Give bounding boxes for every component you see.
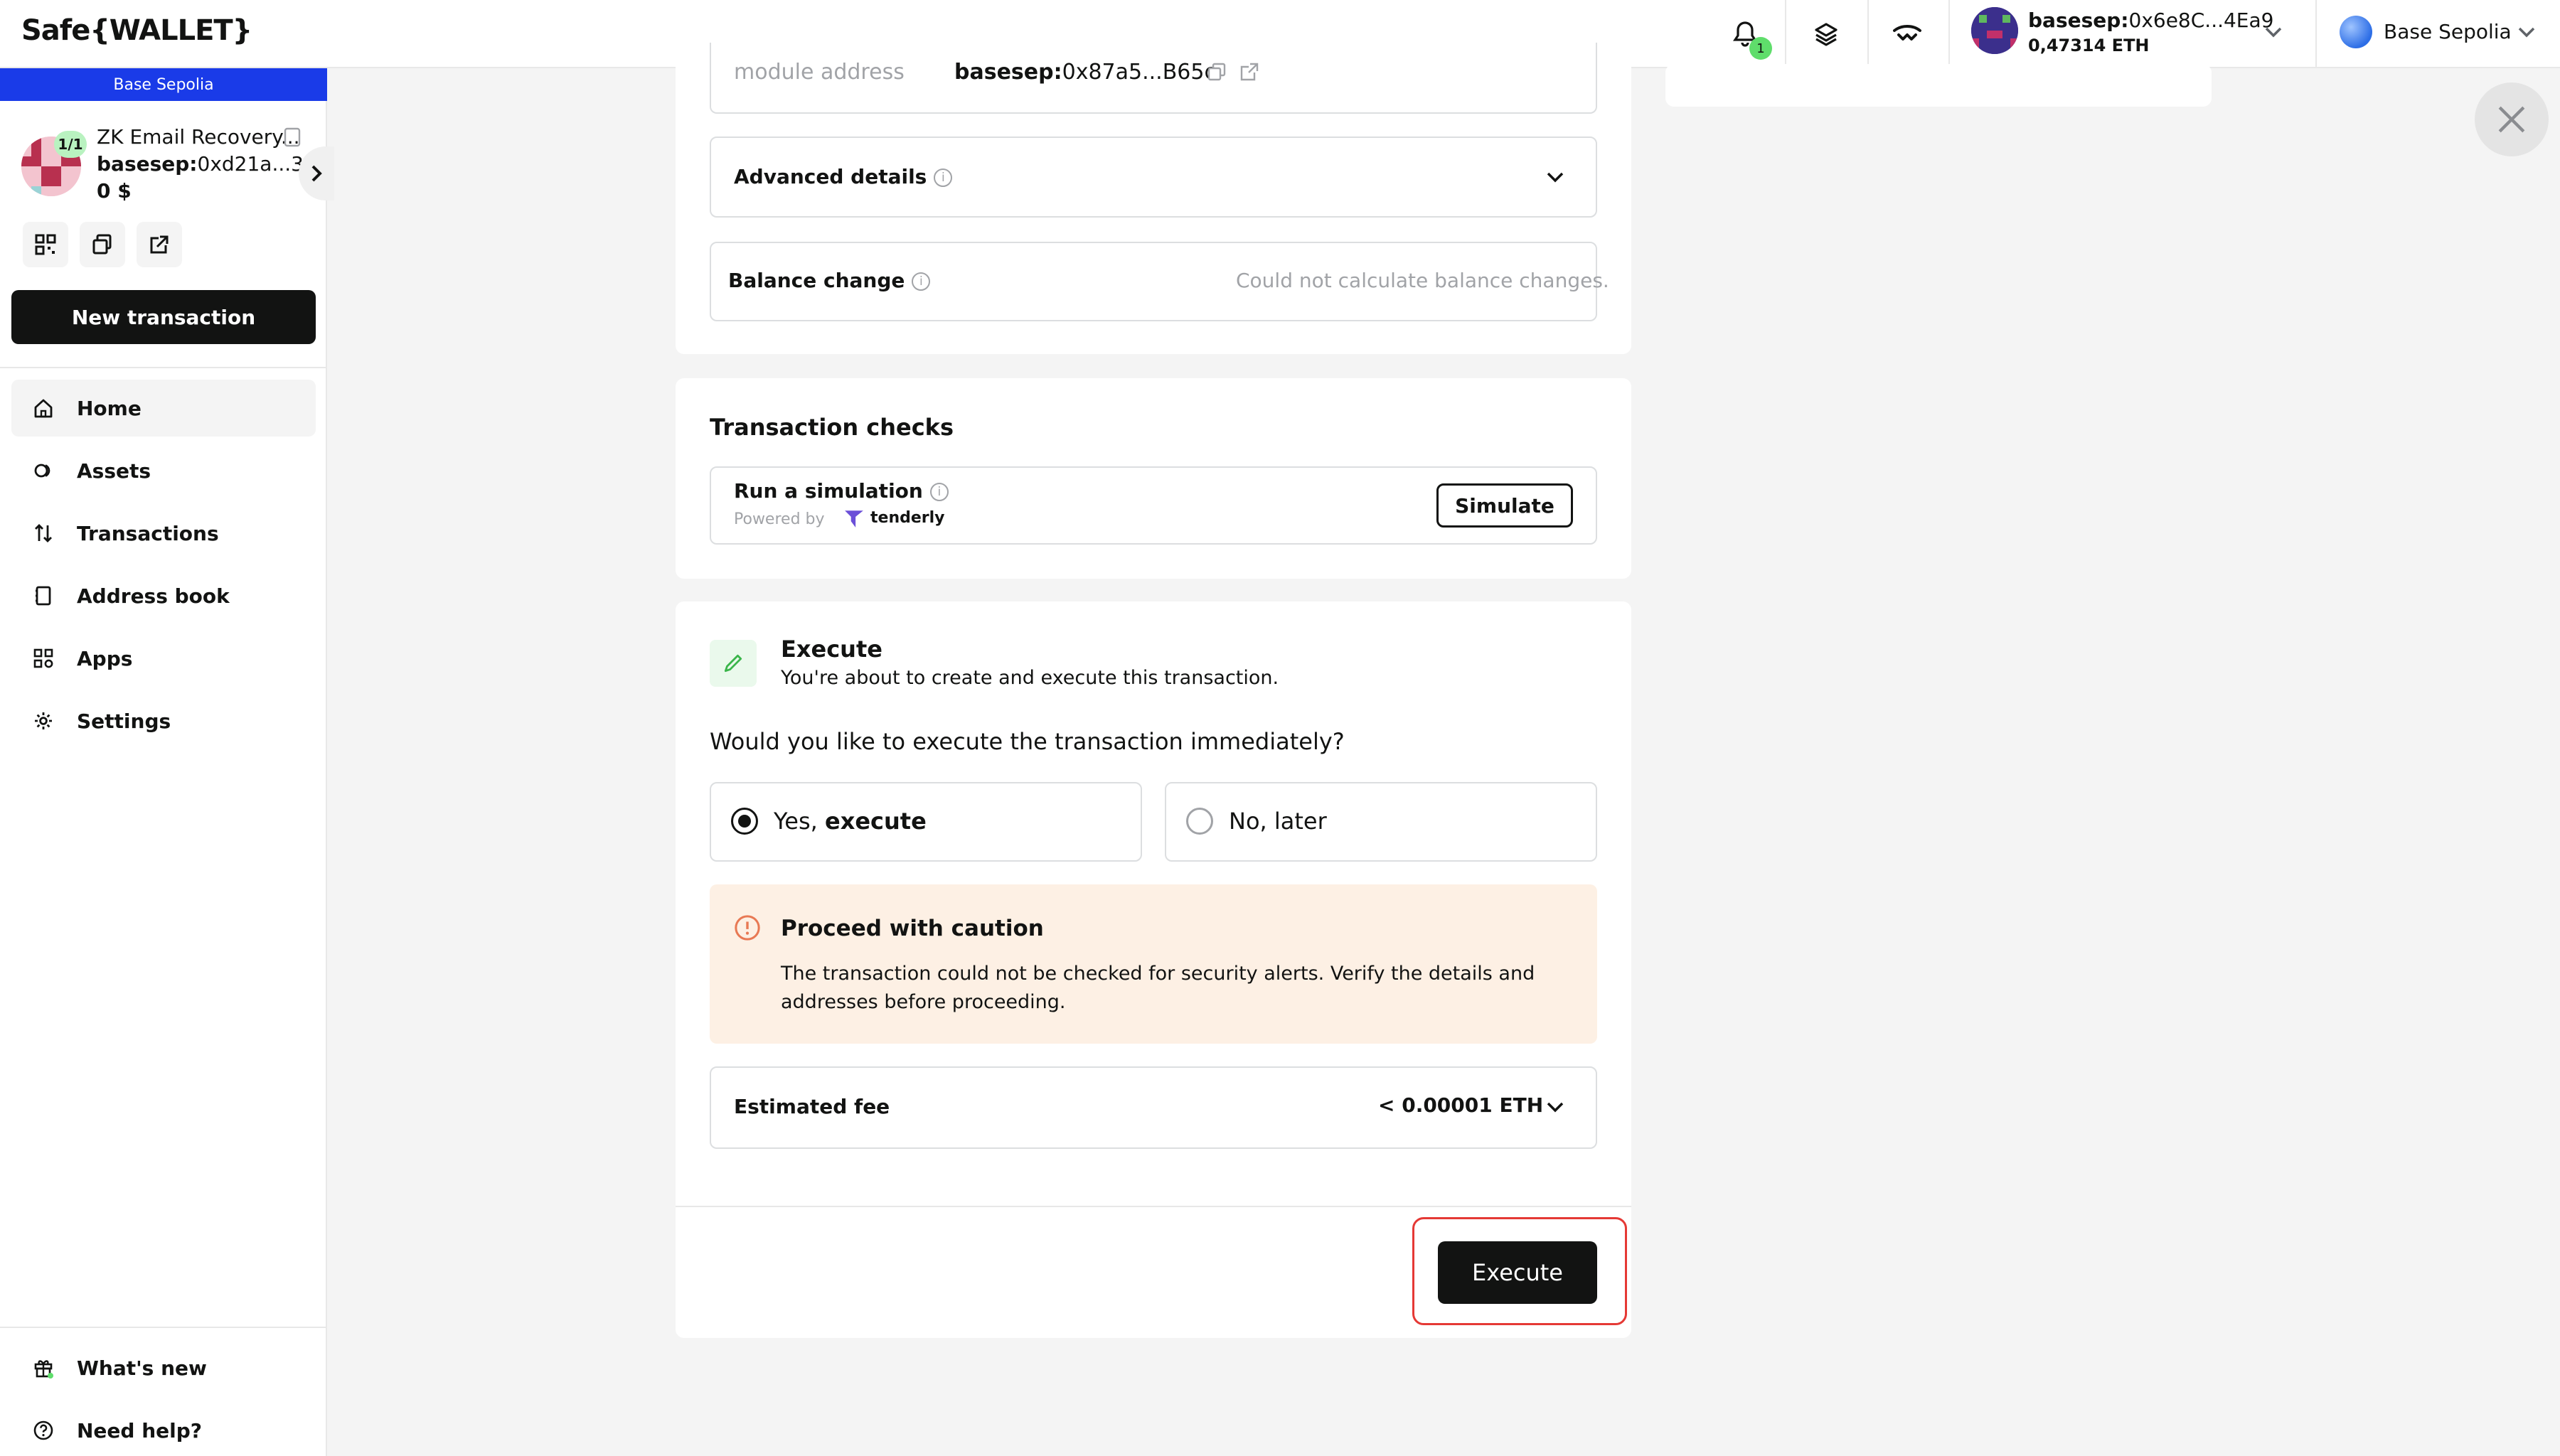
- execute-button[interactable]: Execute: [1438, 1241, 1597, 1304]
- transaction-checks-title: Transaction checks: [710, 414, 954, 441]
- walletconnect-icon[interactable]: [1890, 17, 1924, 51]
- address-book-icon: [36, 586, 51, 606]
- tenderly-label: tenderly: [870, 509, 945, 527]
- account-chevron-down-icon[interactable]: [2263, 21, 2284, 46]
- topbar-divider: [1785, 0, 1786, 68]
- sidebar: [0, 68, 327, 1456]
- sidebar-item-label: Transactions: [77, 521, 219, 545]
- info-icon[interactable]: i: [934, 168, 953, 187]
- execute-title: Execute: [781, 636, 882, 663]
- transactions-icon: [35, 524, 52, 542]
- topbar-divider: [1948, 0, 1950, 68]
- assets-icon: [34, 464, 50, 478]
- network-banner: Base Sepolia: [0, 68, 327, 101]
- network-chevron-down-icon[interactable]: [2516, 21, 2537, 46]
- qr-code-icon[interactable]: [23, 222, 68, 267]
- sidebar-item-label: Home: [77, 396, 142, 420]
- pencil-icon: [710, 640, 757, 687]
- execute-card-divider: [676, 1206, 1631, 1207]
- sidebar-item-label: Assets: [77, 459, 151, 483]
- balance-change-label: Balance change i: [728, 269, 931, 292]
- module-address-value[interactable]: 0x87a5...B65c: [1062, 60, 1216, 85]
- copy-name-icon[interactable]: [283, 127, 302, 151]
- sidebar-item-label: Address book: [77, 584, 230, 608]
- sidebar-item-need-help[interactable]: Need help?: [11, 1402, 316, 1456]
- account-balance: 0,47314 ETH: [2028, 36, 2150, 55]
- execute-subtitle: You're about to create and execute this …: [781, 667, 1279, 689]
- sidebar-item-transactions[interactable]: Transactions: [11, 505, 316, 562]
- radio-yes[interactable]: [731, 808, 758, 835]
- sidebar-item-assets[interactable]: Assets: [11, 442, 316, 499]
- gift-icon: [34, 1360, 53, 1379]
- sidebar-item-home[interactable]: Home: [11, 380, 316, 437]
- simulate-button[interactable]: Simulate: [1436, 483, 1573, 528]
- chevron-down-icon[interactable]: [1545, 1096, 1566, 1120]
- network-selector[interactable]: Base Sepolia: [2384, 20, 2512, 43]
- external-link-icon[interactable]: [1240, 63, 1259, 84]
- estimated-fee-value: < 0.00001 ETH: [1378, 1093, 1544, 1117]
- home-icon: [34, 399, 53, 418]
- sidebar-divider: [0, 1327, 327, 1328]
- copy-address-icon[interactable]: [80, 222, 125, 267]
- open-explorer-icon[interactable]: [137, 222, 182, 267]
- info-icon[interactable]: i: [912, 272, 931, 291]
- sidebar-divider: [0, 367, 327, 368]
- account-avatar[interactable]: [1971, 7, 2018, 54]
- sidebar-item-label: Settings: [77, 709, 171, 733]
- module-address-row: module address basesep:0x87a5...B65c: [734, 60, 1216, 85]
- sidebar-item-label: Need help?: [77, 1418, 203, 1442]
- caution-text: The transaction could not be checked for…: [781, 963, 1535, 1013]
- threshold-badge: 1/1: [54, 131, 87, 158]
- topbar-divider: [2315, 0, 2317, 68]
- estimated-fee-label: Estimated fee: [734, 1095, 890, 1118]
- option-no-label: No, later: [1229, 808, 1327, 835]
- chevron-down-icon[interactable]: [1545, 166, 1566, 191]
- balance-change-value: Could not calculate balance changes.: [1236, 269, 1609, 292]
- new-transaction-button[interactable]: New transaction: [11, 290, 316, 344]
- module-address-label: module address: [734, 60, 905, 85]
- sidebar-item-apps[interactable]: Apps: [11, 630, 316, 687]
- close-icon[interactable]: [2475, 82, 2549, 156]
- sidebar-item-label: Apps: [77, 646, 133, 670]
- warning-icon: [734, 914, 761, 944]
- safe-name: ZK Email Recovery...: [97, 125, 300, 149]
- execute-question: Would you like to execute the transactio…: [710, 728, 1345, 755]
- topbar-divider: [1867, 0, 1869, 68]
- caution-title: Proceed with caution: [781, 916, 1044, 941]
- notification-count-badge: 1: [1749, 37, 1772, 60]
- option-yes-label: Yes, execute: [774, 808, 927, 835]
- simulation-label: Run a simulation i: [734, 479, 949, 503]
- sidebar-item-address-book[interactable]: Address book: [11, 567, 316, 624]
- advanced-details-label: Advanced details i: [734, 165, 953, 188]
- base-network-icon: [2340, 16, 2372, 48]
- radio-no[interactable]: [1186, 808, 1213, 835]
- apps-icon: [33, 648, 53, 668]
- safe-wallet-logo[interactable]: Safe{WALLET}: [21, 14, 252, 47]
- help-icon: [33, 1420, 53, 1440]
- settings-icon: [35, 712, 52, 729]
- powered-by-label: Powered by: [734, 510, 825, 528]
- transaction-status-card: [1665, 64, 2212, 107]
- sidebar-item-whats-new[interactable]: What's new: [11, 1339, 316, 1396]
- sidebar-item-settings[interactable]: Settings: [11, 692, 316, 749]
- safe-balance: 0 $: [97, 179, 132, 203]
- module-address-prefix: basesep:: [954, 60, 1062, 85]
- sidebar-item-label: What's new: [77, 1356, 207, 1380]
- info-icon[interactable]: i: [929, 483, 949, 501]
- account-address[interactable]: basesep:0x6e8C...4Ea9: [2028, 9, 2273, 32]
- batch-layers-icon[interactable]: [1809, 17, 1843, 51]
- tenderly-logo-icon: [843, 508, 865, 532]
- copy-icon[interactable]: [1207, 63, 1226, 84]
